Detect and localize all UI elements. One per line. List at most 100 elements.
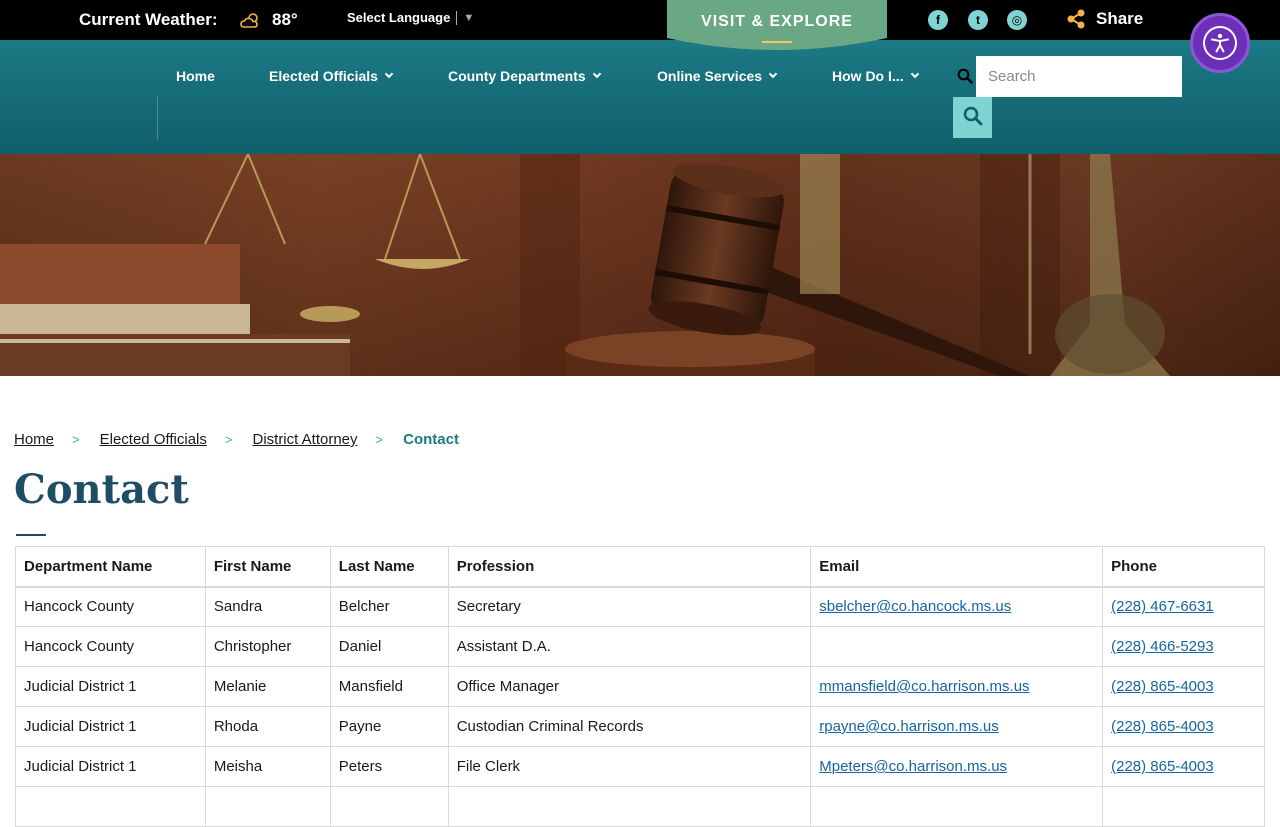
table-row: Hancock County Sandra Belcher Secretary … (15, 586, 1265, 627)
chevron-down-icon (384, 69, 394, 79)
nav-item-label: How Do I... (832, 68, 904, 84)
email-link[interactable]: rpayne@co.harrison.ms.us (819, 718, 998, 735)
cell-department: Judicial District 1 (15, 666, 206, 707)
cell-last-name: Mansfield (329, 666, 449, 707)
cell-first-name: Melanie (204, 666, 331, 707)
cell-profession: Assistant D.A. (447, 626, 812, 667)
column-header-email: Email (810, 546, 1104, 588)
chevron-down-icon (768, 69, 778, 79)
column-header-phone: Phone (1102, 546, 1265, 588)
column-header-profession: Profession (447, 546, 812, 588)
cell-email: Mpeters@co.harrison.ms.us (810, 746, 1104, 787)
top-bar: Current Weather: 88° Select Language ▼ V… (0, 0, 1280, 50)
language-selector[interactable]: Select Language ▼ (347, 10, 474, 25)
phone-link[interactable]: (228) 865-4003 (1111, 678, 1214, 695)
search-input[interactable] (976, 56, 1182, 97)
breadcrumb-link-elected-officials[interactable]: Elected Officials (100, 431, 207, 448)
cell-first-name: Sandra (204, 586, 331, 627)
cell-phone: (228) 466-5293 (1102, 626, 1265, 667)
partly-cloudy-icon (239, 10, 263, 30)
title-divider (16, 534, 46, 536)
cell-first-name: Meisha (204, 746, 331, 787)
table-row (15, 786, 1265, 827)
breadcrumb-separator: > (224, 432, 233, 447)
weather-label: Current Weather: (79, 10, 218, 29)
language-label: Select Language (347, 10, 451, 25)
share-icon (1066, 9, 1086, 29)
cell-first-name (204, 786, 331, 827)
table-row: Hancock County Christopher Daniel Assist… (15, 626, 1265, 667)
email-link[interactable]: Mpeters@co.harrison.ms.us (819, 758, 1007, 775)
cell-profession: Secretary (447, 586, 812, 627)
dropdown-arrow-icon: ▼ (463, 11, 475, 24)
accessibility-icon (1203, 26, 1237, 60)
cell-first-name: Rhoda (204, 706, 331, 747)
breadcrumb: Home > Elected Officials > District Atto… (14, 431, 459, 448)
cell-profession: Custodian Criminal Records (447, 706, 812, 747)
share-label: Share (1096, 9, 1144, 28)
nav-item-county-departments[interactable]: County Departments (448, 68, 601, 84)
table-row: Judicial District 1 Meisha Peters File C… (15, 746, 1265, 787)
cell-phone: (228) 865-4003 (1102, 746, 1265, 787)
phone-link[interactable]: (228) 467-6631 (1111, 598, 1214, 615)
cell-profession (447, 786, 812, 827)
email-link[interactable]: mmansfield@co.harrison.ms.us (819, 678, 1029, 695)
visit-underline (762, 41, 792, 43)
nav-item-label: County Departments (448, 68, 586, 84)
nav-item-elected-officials[interactable]: Elected Officials (269, 68, 394, 84)
nav-item-label: Elected Officials (269, 68, 378, 84)
visit-explore-label: VISIT & EXPLORE (701, 13, 853, 30)
twitter-icon[interactable]: t (968, 10, 988, 30)
cell-phone: (228) 467-6631 (1102, 586, 1265, 627)
phone-link[interactable]: (228) 865-4003 (1111, 718, 1214, 735)
breadcrumb-separator: > (72, 432, 80, 447)
email-link[interactable]: sbelcher@co.hancock.ms.us (819, 598, 1011, 615)
column-header-first-name: First Name (204, 546, 331, 588)
nav-item-label: Home (176, 68, 215, 84)
column-header-last-name: Last Name (329, 546, 449, 588)
chevron-down-icon (592, 69, 601, 79)
cell-department: Judicial District 1 (15, 706, 206, 747)
cell-email: mmansfield@co.harrison.ms.us (810, 666, 1104, 707)
breadcrumb-link-home[interactable]: Home (14, 431, 54, 448)
breadcrumb-link-district-attorney[interactable]: District Attorney (252, 431, 357, 448)
cell-department: Hancock County (15, 586, 206, 627)
table-row: Judicial District 1 Melanie Mansfield Of… (15, 666, 1265, 707)
breadcrumb-separator: > (375, 432, 384, 447)
search-icon (963, 106, 983, 129)
accessibility-button[interactable] (1190, 13, 1250, 73)
table-row: Judicial District 1 Rhoda Payne Custodia… (15, 706, 1265, 747)
cell-last-name (329, 786, 449, 827)
cell-phone: (228) 865-4003 (1102, 666, 1265, 707)
column-header-department: Department Name (15, 546, 206, 588)
cell-department (15, 786, 206, 827)
search-submit-button[interactable] (953, 97, 992, 138)
cell-phone: (228) 865-4003 (1102, 706, 1265, 747)
nav-item-home[interactable]: Home (176, 68, 215, 84)
cell-email: sbelcher@co.hancock.ms.us (810, 586, 1104, 627)
weather-temperature: 88° (272, 10, 298, 29)
cell-profession: File Clerk (447, 746, 812, 787)
cell-last-name: Peters (329, 746, 449, 787)
cell-last-name: Belcher (329, 586, 449, 627)
phone-link[interactable]: (228) 466-5293 (1111, 638, 1214, 655)
cell-first-name: Christopher (204, 626, 331, 667)
nav-item-how-do-i[interactable]: How Do I... (832, 68, 919, 84)
cell-email (810, 786, 1104, 827)
cell-phone (1102, 786, 1265, 827)
breadcrumb-current: Contact (403, 431, 459, 448)
table-header-row: Department Name First Name Last Name Pro… (15, 546, 1265, 588)
page-title: Contact (14, 466, 189, 513)
language-divider (456, 10, 458, 25)
instagram-icon[interactable]: ◎ (1007, 10, 1027, 30)
cell-email (810, 626, 1104, 667)
share-button[interactable]: Share (1066, 9, 1143, 29)
facebook-icon[interactable]: f (928, 10, 948, 30)
visit-explore-button[interactable]: VISIT & EXPLORE (667, 0, 887, 56)
nav-divider (157, 95, 158, 140)
cell-department: Judicial District 1 (15, 746, 206, 787)
contact-table: Department Name First Name Last Name Pro… (15, 546, 1265, 827)
chevron-down-icon (910, 69, 919, 79)
phone-link[interactable]: (228) 865-4003 (1111, 758, 1214, 775)
nav-item-online-services[interactable]: Online Services (657, 68, 778, 84)
